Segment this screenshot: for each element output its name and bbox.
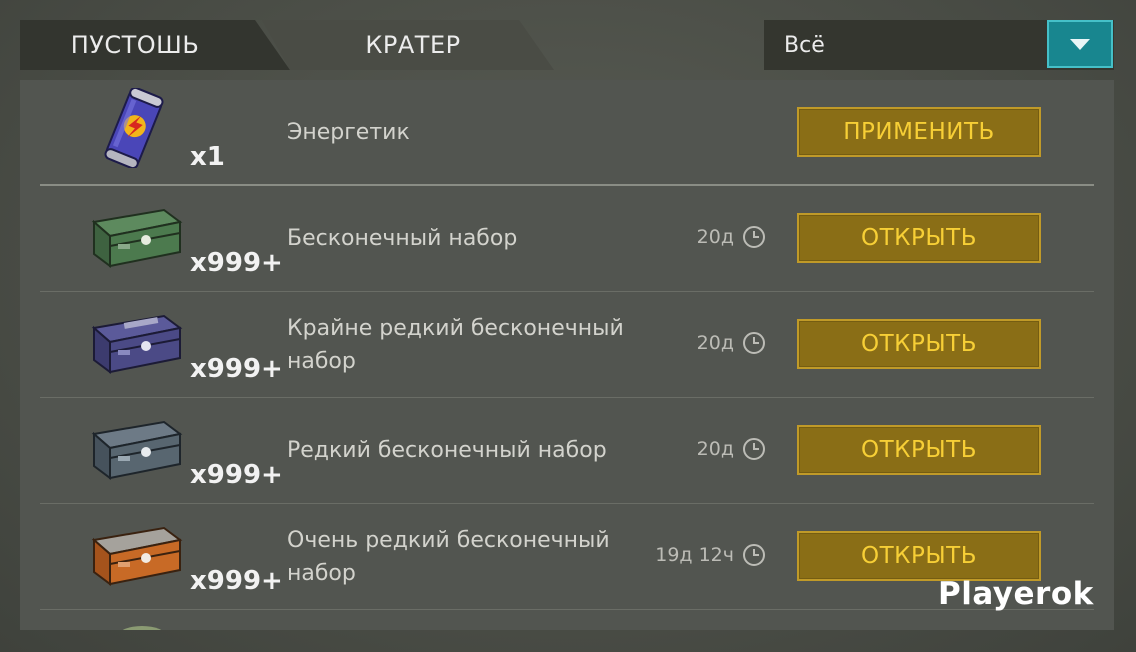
blue-crate-icon	[91, 420, 183, 480]
list-item: x999+ Очень редкий бесконечный набор 19д…	[40, 504, 1094, 610]
item-timer: 20д	[697, 331, 766, 355]
open-button-label: ОТКРЫТЬ	[861, 225, 977, 251]
open-button-label: ОТКРЫТЬ	[861, 331, 977, 357]
open-button[interactable]: ОТКРЫТЬ	[797, 319, 1041, 369]
clock-icon	[743, 226, 765, 248]
item-timer: 20д	[697, 437, 766, 461]
dropdown-toggle-button[interactable]	[1047, 20, 1113, 68]
clock-icon	[743, 544, 765, 566]
list-item: x999+ Бесконечный набор 20д ОТКРЫТЬ	[40, 186, 1094, 292]
partial-crate-icon	[122, 626, 162, 630]
clock-icon	[743, 332, 765, 354]
timer-text: 19д 12ч	[655, 544, 734, 566]
clock-icon	[743, 438, 765, 460]
timer-text: 20д	[696, 438, 734, 460]
timer-text: 20д	[696, 332, 734, 354]
item-timer: 19д 12ч	[655, 543, 766, 567]
item-quantity: x999+	[190, 248, 283, 278]
apply-button[interactable]: ПРИМЕНИТЬ	[797, 107, 1041, 157]
item-name: Крайне редкий бесконечный набор	[287, 316, 624, 374]
timer-text: 20д	[696, 226, 734, 248]
item-quantity: x1	[190, 142, 225, 172]
item-name: Редкий бесконечный набор	[287, 438, 607, 463]
orange-crate-icon	[91, 526, 183, 586]
open-button[interactable]: ОТКРЫТЬ	[797, 213, 1041, 263]
tab-crater-label: КРАТЕР	[365, 31, 461, 59]
filter-selected-value: Всё	[784, 32, 825, 58]
tab-wasteland-label: ПУСТОШЬ	[70, 31, 200, 59]
tab-crater[interactable]: КРАТЕР	[262, 20, 554, 70]
inventory-list[interactable]: x1 Энергетик ПРИМЕНИТЬ x999+ Бесконечный…	[20, 80, 1114, 630]
open-button-label: ОТКРЫТЬ	[861, 543, 977, 569]
green-crate-icon	[91, 208, 183, 268]
open-button[interactable]: ОТКРЫТЬ	[797, 531, 1041, 581]
purple-crate-icon	[91, 314, 183, 374]
item-quantity: x999+	[190, 460, 283, 490]
energy-drink-icon	[104, 88, 164, 168]
apply-button-label: ПРИМЕНИТЬ	[843, 119, 995, 145]
watermark-logo: Playerok	[938, 576, 1094, 612]
item-quantity: x999+	[190, 354, 283, 384]
list-item: x999+ Редкий бесконечный набор 20д ОТКРЫ…	[40, 398, 1094, 504]
open-button-label: ОТКРЫТЬ	[861, 437, 977, 463]
open-button[interactable]: ОТКРЫТЬ	[797, 425, 1041, 475]
chevron-down-icon	[1070, 38, 1090, 50]
item-timer: 20д	[697, 225, 766, 249]
item-name: Энергетик	[287, 120, 410, 145]
list-item: x1 Энергетик ПРИМЕНИТЬ	[40, 80, 1094, 186]
tab-wasteland[interactable]: ПУСТОШЬ	[20, 20, 290, 70]
item-name: Бесконечный набор	[287, 226, 518, 251]
list-item: x999+ Крайне редкий бесконечный набор 20…	[40, 292, 1094, 398]
item-quantity: x999+	[190, 566, 283, 596]
item-name: Очень редкий бесконечный набор	[287, 528, 610, 586]
filter-dropdown[interactable]: Всё	[764, 20, 1114, 70]
